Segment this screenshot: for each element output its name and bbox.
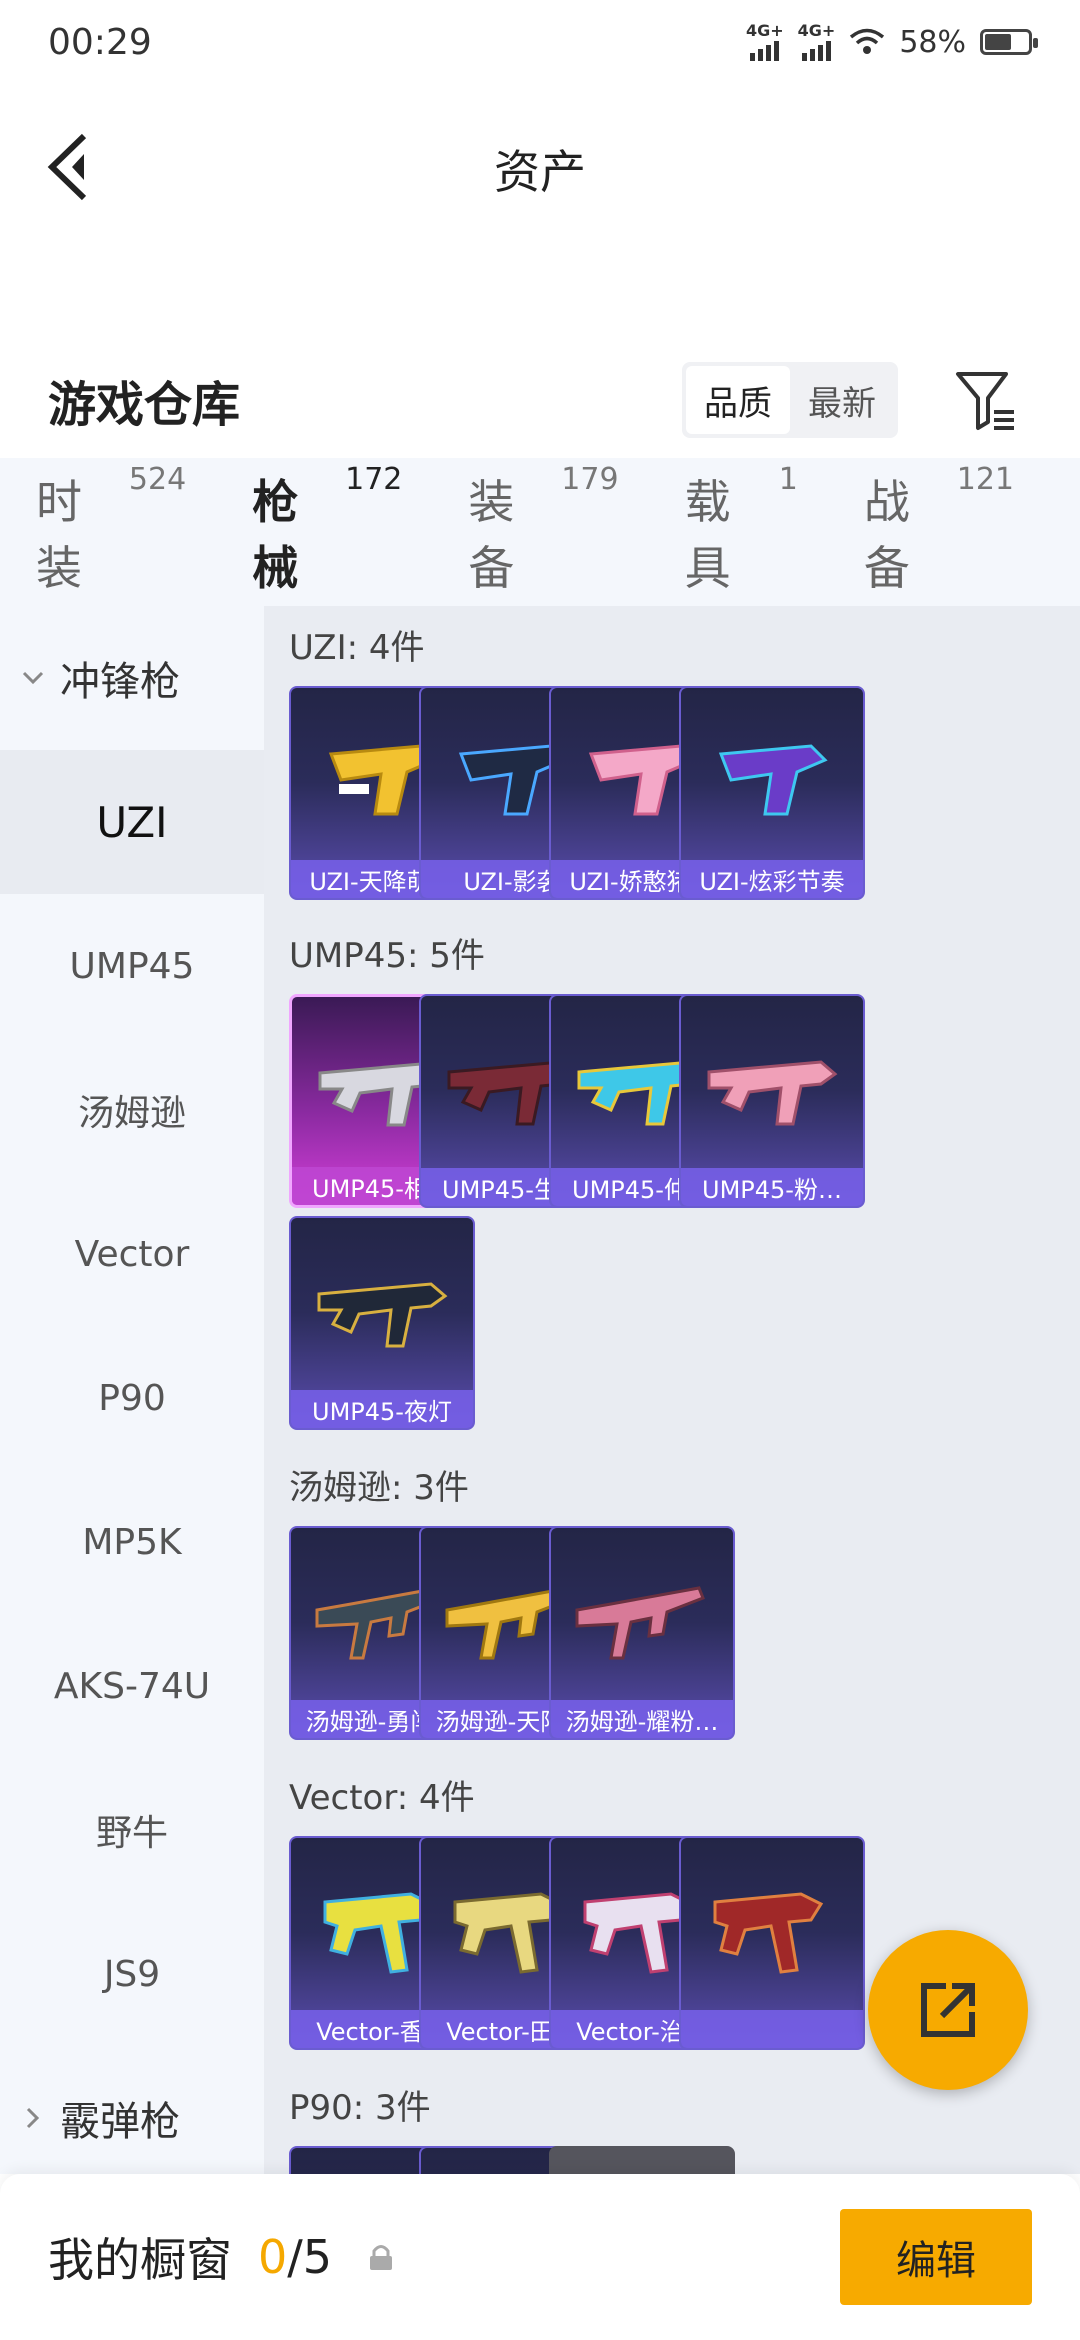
ump45-skin-icon	[707, 1060, 838, 1126]
filter-icon[interactable]	[954, 368, 1018, 432]
warehouse-title: 游戏仓库	[48, 377, 241, 433]
weapon-card[interactable]: UMP45-粉…	[679, 994, 865, 1208]
sidebar-category-shotgun[interactable]: 霰弹枪	[0, 2046, 264, 2190]
sort-toggle: 品质 最新	[682, 362, 898, 438]
status-time: 00:29	[48, 21, 152, 63]
tab-guns[interactable]: 枪械 172	[252, 462, 402, 624]
sidebar-item-bizon[interactable]: 野牛	[0, 1758, 264, 1902]
chevron-right-icon	[26, 2107, 40, 2129]
battery-percent: 58%	[899, 24, 966, 60]
nav-bar: 资产	[0, 84, 1080, 254]
page-title: 资产	[494, 145, 586, 199]
weapon-card[interactable]: 汤姆逊-耀粉…	[549, 1526, 735, 1740]
share-icon	[921, 1983, 975, 2037]
back-arrow-icon[interactable]	[42, 130, 102, 204]
weapon-card[interactable]	[679, 1836, 865, 2050]
weapon-card[interactable]: UMP45-夜灯	[289, 1216, 475, 1430]
tab-equipment[interactable]: 装备 179	[468, 462, 618, 598]
ump45-skin-icon	[317, 1282, 448, 1348]
tab-vehicles[interactable]: 载具 1	[685, 462, 798, 598]
weapon-card[interactable]	[549, 2146, 735, 2174]
group-title-ump45: UMP45: 5件	[289, 936, 485, 976]
sidebar-item-uzi[interactable]: UZI	[0, 750, 264, 894]
sidebar-item-ump45[interactable]: UMP45	[0, 894, 264, 1038]
category-tabs: 时装 524 枪械 172 装备 179 载具 1 战备 121	[0, 458, 1080, 624]
status-bar: 00:29 4G+ 4G+ 58%	[0, 0, 1080, 84]
app-screen: 00:29 4G+ 4G+ 58% 资产 游戏仓库 品质 最新 时装524 枪	[0, 0, 1080, 2340]
cellular-signal-icon: 4G+	[746, 23, 784, 61]
lock-icon	[370, 2245, 393, 2270]
sort-newest-button[interactable]: 最新	[790, 366, 894, 434]
thompson-skin-icon	[575, 1586, 705, 1660]
sidebar-item-p90[interactable]: P90	[0, 1326, 264, 1470]
group-title-uzi: UZI: 4件	[289, 628, 425, 668]
warehouse-header: 游戏仓库 品质 最新	[0, 340, 1080, 460]
showcase-title: 我的橱窗	[48, 2233, 232, 2287]
cellular-signal-icon-2: 4G+	[798, 23, 835, 61]
showcase-count: 0/5	[258, 2230, 333, 2284]
sidebar-category-smg[interactable]: 冲锋枪	[0, 606, 264, 750]
sidebar-item-js9[interactable]: JS9	[0, 1902, 264, 2046]
group-title-p90: P90: 3件	[289, 2088, 431, 2128]
share-button[interactable]	[868, 1930, 1028, 2090]
battery-icon	[980, 29, 1038, 55]
weapon-card[interactable]: UZI-炫彩节奏	[679, 686, 865, 900]
vector-skin-icon	[713, 1892, 824, 1974]
sidebar-item-aks74u[interactable]: AKS-74U	[0, 1614, 264, 1758]
uzi-skin-icon	[718, 744, 828, 816]
chevron-down-icon	[22, 671, 44, 685]
group-title-vector: Vector: 4件	[289, 1778, 475, 1818]
tab-fashion[interactable]: 时装 524	[36, 462, 186, 598]
weapon-sidebar: 冲锋枪 UZI UMP45 汤姆逊 Vector P90 MP5K AKS-74…	[0, 606, 264, 2174]
tab-supplies[interactable]: 战备 121	[864, 462, 1014, 598]
group-title-thompson: 汤姆逊: 3件	[289, 1468, 469, 1508]
sort-quality-button[interactable]: 品质	[686, 366, 790, 434]
showcase-bar: 我的橱窗 0/5 编辑	[0, 2174, 1080, 2340]
sidebar-item-mp5k[interactable]: MP5K	[0, 1470, 264, 1614]
sidebar-item-vector[interactable]: Vector	[0, 1182, 264, 1326]
edit-button[interactable]: 编辑	[840, 2209, 1032, 2305]
wifi-icon	[850, 28, 885, 54]
sidebar-item-thompson[interactable]: 汤姆逊	[0, 1038, 264, 1182]
